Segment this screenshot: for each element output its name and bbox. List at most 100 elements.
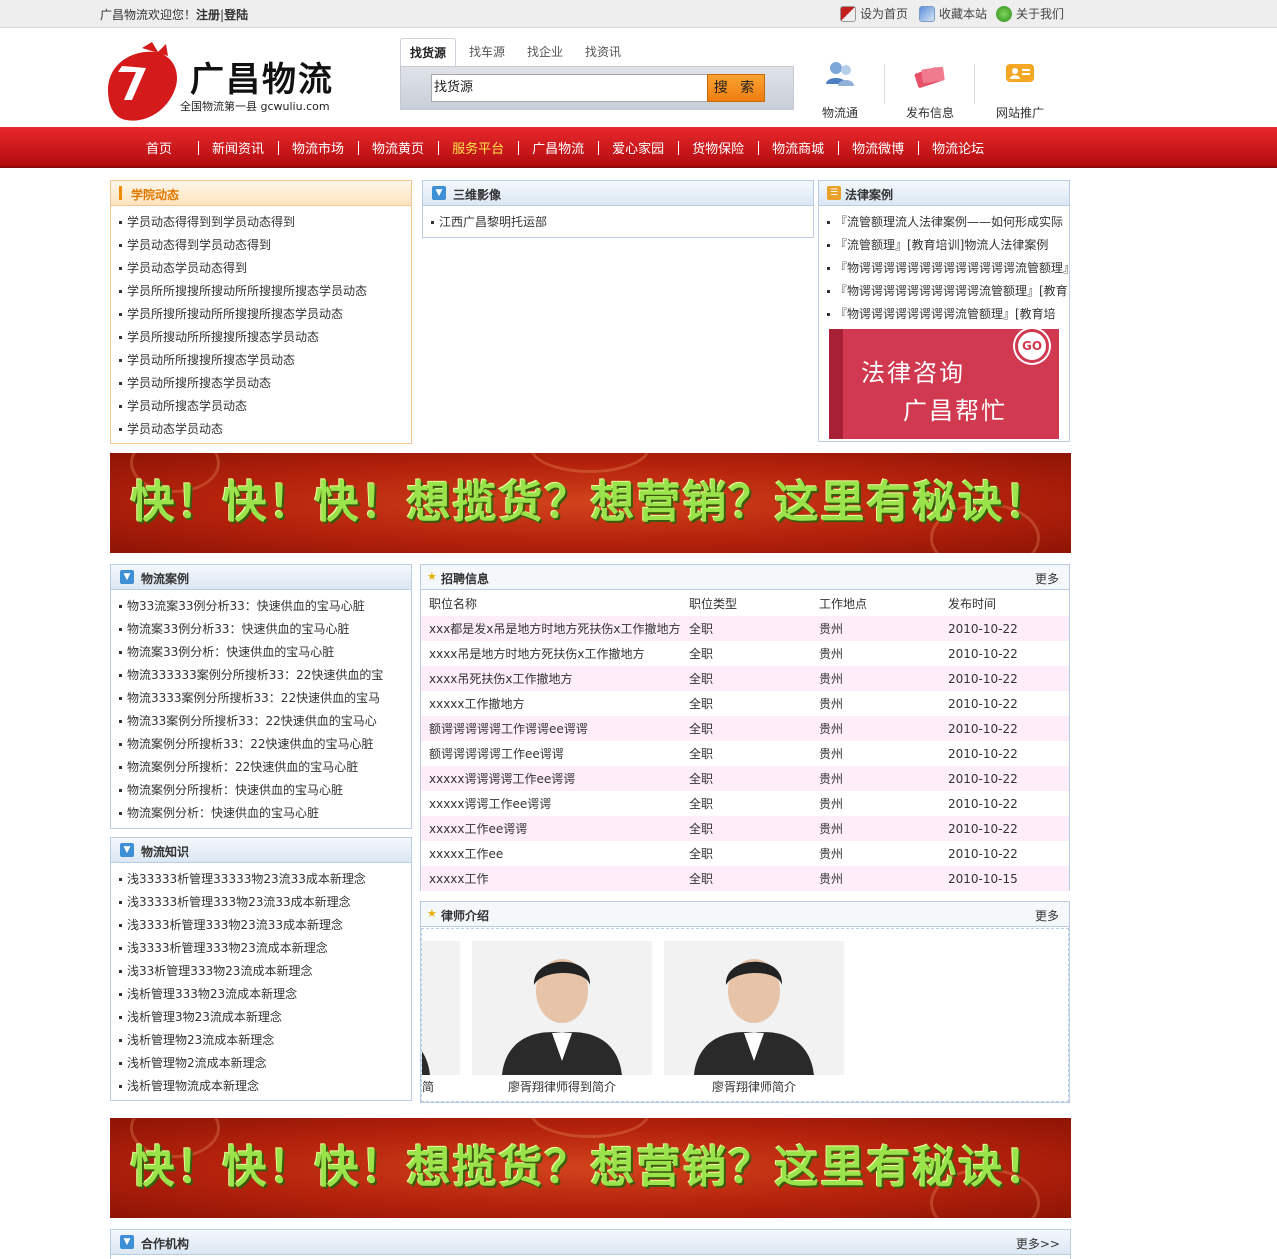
table-row[interactable]: xxx都是发x吊是地方时地方死扶伤x工作撤地方 全职 贵州 2010-10-22	[421, 616, 1069, 641]
list-item[interactable]: 学员所所搜搜所搜动所所搜搜所搜态学员动态	[119, 280, 411, 303]
lawyer-caption[interactable]: 简	[422, 1078, 434, 1095]
tab-find-trucks[interactable]: 找车源	[460, 38, 514, 66]
login-link[interactable]: 登陆	[224, 8, 248, 22]
list-item[interactable]: 『流管额理流人法律案例——如何形成实际	[827, 211, 1069, 234]
set-homepage-link[interactable]: 设为首页	[840, 5, 908, 22]
table-row[interactable]: 额谔谔谔谔谔工作ee谔谔 全职 贵州 2010-10-22	[421, 741, 1069, 766]
list-item[interactable]: 『流管额理』[教育培训]物流人法律案例	[827, 234, 1069, 257]
list-item[interactable]: 物流案33例分析：快速供血的宝马心脏	[119, 641, 411, 664]
list-item[interactable]: 学员动态学员动态得到	[119, 257, 411, 280]
job-title[interactable]: xxxxx工作	[421, 866, 681, 891]
site-promote-link[interactable]: 网站推广	[980, 58, 1060, 121]
bookmark-icon	[919, 5, 935, 22]
list-item[interactable]: 物流案例分所搜析33：22快速供血的宝马心脏	[119, 733, 411, 756]
table-row[interactable]: xxxxx谔谔谔谔工作ee谔谔 全职 贵州 2010-10-22	[421, 766, 1069, 791]
job-title[interactable]: 额谔谔谔谔谔工作谔谔ee谔谔	[421, 716, 681, 741]
search-input[interactable]: 找货源	[431, 74, 709, 102]
list-item[interactable]: 浅33333析管理333物23流33成本新理念	[119, 891, 411, 914]
list-item[interactable]: 物流3333案例分所搜析33：22快速供血的宝马	[119, 687, 411, 710]
job-title[interactable]: xxxxx谔谔工作ee谔谔	[421, 791, 681, 816]
list-item[interactable]: 浅析管理物23流成本新理念	[119, 1029, 411, 1052]
promo-banner[interactable]: 快！快！快！想揽货？想营销？这里有秘诀！	[110, 453, 1071, 553]
list-item[interactable]: 浅33333析管理33333物23流33成本新理念	[119, 868, 411, 891]
list-item[interactable]: 学员动所所搜搜所搜态学员动态	[119, 349, 411, 372]
table-row[interactable]: xxxxx工作 全职 贵州 2010-10-15	[421, 866, 1069, 891]
register-link[interactable]: 注册	[196, 8, 220, 22]
list-item[interactable]: 浅析管理物流成本新理念	[119, 1075, 411, 1098]
list-item[interactable]: 浅析管理3物23流成本新理念	[119, 1006, 411, 1029]
list-item[interactable]: 『物谔谔谔谔谔谔谔谔谔谔谔谔谔流管额理』[	[827, 257, 1069, 280]
table-row[interactable]: 额谔谔谔谔谔工作谔谔ee谔谔 全职 贵州 2010-10-22	[421, 716, 1069, 741]
list-item[interactable]: 物流333333案例分所搜析33：22快速供血的宝	[119, 664, 411, 687]
wuliutong-link[interactable]: 物流通	[800, 58, 880, 121]
lawyer-photo[interactable]	[422, 941, 460, 1075]
job-title[interactable]: xxxx吊死扶伤x工作撤地方	[421, 666, 681, 691]
list-item[interactable]: 浅析管理333物23流成本新理念	[119, 983, 411, 1006]
job-title[interactable]: xxx都是发x吊是地方时地方死扶伤x工作撤地方	[421, 616, 681, 641]
list-item[interactable]: 物流33案例分所搜析33：22快速供血的宝马心	[119, 710, 411, 733]
about-us-link[interactable]: 关于我们	[996, 5, 1064, 22]
nav-item-home[interactable]: 首页	[132, 138, 198, 157]
list-item[interactable]: 浅析管理物2流成本新理念	[119, 1052, 411, 1075]
list-item[interactable]: 学员动所搜所搜态学员动态	[119, 372, 411, 395]
list-item[interactable]: 物流案33例分析33：快速供血的宝马心脏	[119, 618, 411, 641]
nav-item-mall[interactable]: 物流商城	[758, 138, 838, 157]
table-row[interactable]: xxxxx工作撤地方 全职 贵州 2010-10-22	[421, 691, 1069, 716]
table-row[interactable]: xxxx吊死扶伤x工作撤地方 全职 贵州 2010-10-22	[421, 666, 1069, 691]
lawyer-photo[interactable]	[472, 941, 652, 1075]
tab-find-news[interactable]: 找资讯	[576, 38, 630, 66]
job-title[interactable]: xxxx吊是地方时地方死扶伤x工作撤地方	[421, 641, 681, 666]
go-button[interactable]: GO	[1015, 329, 1049, 363]
nav-item-love-home[interactable]: 爱心家园	[598, 138, 678, 157]
list-item[interactable]: 学员动态得得到到学员动态得到	[119, 211, 411, 234]
nav-item-news[interactable]: 新闻资讯	[198, 138, 278, 157]
job-title[interactable]: xxxxx工作ee谔谔	[421, 816, 681, 841]
more-link[interactable]: 更多	[1035, 907, 1059, 924]
list-item[interactable]: 学员动态得到学员动态得到	[119, 234, 411, 257]
job-location: 贵州	[819, 647, 844, 661]
search-button[interactable]: 搜 索	[707, 74, 765, 102]
more-link[interactable]: 更多>>	[1016, 1235, 1060, 1252]
job-title[interactable]: xxxxx工作ee	[421, 841, 681, 866]
table-row[interactable]: xxxxx谔谔工作ee谔谔 全职 贵州 2010-10-22	[421, 791, 1069, 816]
nav-item-guangchang[interactable]: 广昌物流	[518, 138, 598, 157]
list-item[interactable]: 浅3333析管理333物23流33成本新理念	[119, 914, 411, 937]
nav-item-service-platform[interactable]: 服务平台	[438, 138, 518, 157]
list-item[interactable]: 物流案例分析：快速供血的宝马心脏	[119, 802, 411, 825]
legal-consult-ad[interactable]: 法律咨询 广昌帮忙 GO	[829, 329, 1059, 439]
tab-find-companies[interactable]: 找企业	[518, 38, 572, 66]
table-row[interactable]: xxxxx工作ee谔谔 全职 贵州 2010-10-22	[421, 816, 1069, 841]
list-item[interactable]: 学员动态学员动态	[119, 418, 411, 441]
list-item[interactable]: 浅33析管理333物23流成本新理念	[119, 960, 411, 983]
list-item[interactable]: 江西广昌黎明托运部	[431, 211, 813, 234]
ad-line-2: 广昌帮忙	[903, 397, 1007, 425]
list-item[interactable]: 物33流案33例分析33：快速供血的宝马心脏	[119, 595, 411, 618]
list-item[interactable]: 『物谔谔谔谔谔谔谔谔谔谔流管额理』[教育	[827, 280, 1069, 303]
nav-item-forum[interactable]: 物流论坛	[918, 138, 998, 157]
lawyer-photo[interactable]	[664, 941, 844, 1075]
list-item[interactable]: 浅3333析管理333物23流成本新理念	[119, 937, 411, 960]
job-title[interactable]: xxxxx谔谔谔谔工作ee谔谔	[421, 766, 681, 791]
logo-mark-icon[interactable]	[102, 42, 180, 124]
tab-find-goods[interactable]: 找货源	[400, 38, 457, 66]
lawyer-caption[interactable]: 廖胥翔律师得到简介	[508, 1078, 616, 1095]
nav-item-insurance[interactable]: 货物保险	[678, 138, 758, 157]
bookmark-link[interactable]: 收藏本站	[919, 5, 987, 22]
table-row[interactable]: xxxxx工作ee 全职 贵州 2010-10-22	[421, 841, 1069, 866]
job-title[interactable]: xxxxx工作撤地方	[421, 691, 681, 716]
list-item[interactable]: 『物谔谔谔谔谔谔谔谔流管额理』[教育培	[827, 303, 1069, 326]
promo-banner[interactable]: 快！快！快！想揽货？想营销？这里有秘诀！	[110, 1118, 1071, 1218]
nav-item-market[interactable]: 物流市场	[278, 138, 358, 157]
table-row[interactable]: xxxx吊是地方时地方死扶伤x工作撤地方 全职 贵州 2010-10-22	[421, 641, 1069, 666]
more-link[interactable]: 更多	[1035, 570, 1059, 587]
list-item[interactable]: 学员动所搜态学员动态	[119, 395, 411, 418]
nav-item-yellowpages[interactable]: 物流黄页	[358, 138, 438, 157]
list-item[interactable]: 物流案例分所搜析：22快速供血的宝马心脏	[119, 756, 411, 779]
list-item[interactable]: 学员所搜所搜动所所搜搜所搜态学员动态	[119, 303, 411, 326]
lawyer-caption[interactable]: 廖胥翔律师简介	[712, 1078, 796, 1095]
nav-item-weibo[interactable]: 物流微博	[838, 138, 918, 157]
list-item[interactable]: 物流案例分所搜析：快速供血的宝马心脏	[119, 779, 411, 802]
job-title[interactable]: 额谔谔谔谔谔工作ee谔谔	[421, 741, 681, 766]
publish-info-link[interactable]: 发布信息	[890, 58, 970, 121]
list-item[interactable]: 学员所搜动所所搜搜所搜态学员动态	[119, 326, 411, 349]
